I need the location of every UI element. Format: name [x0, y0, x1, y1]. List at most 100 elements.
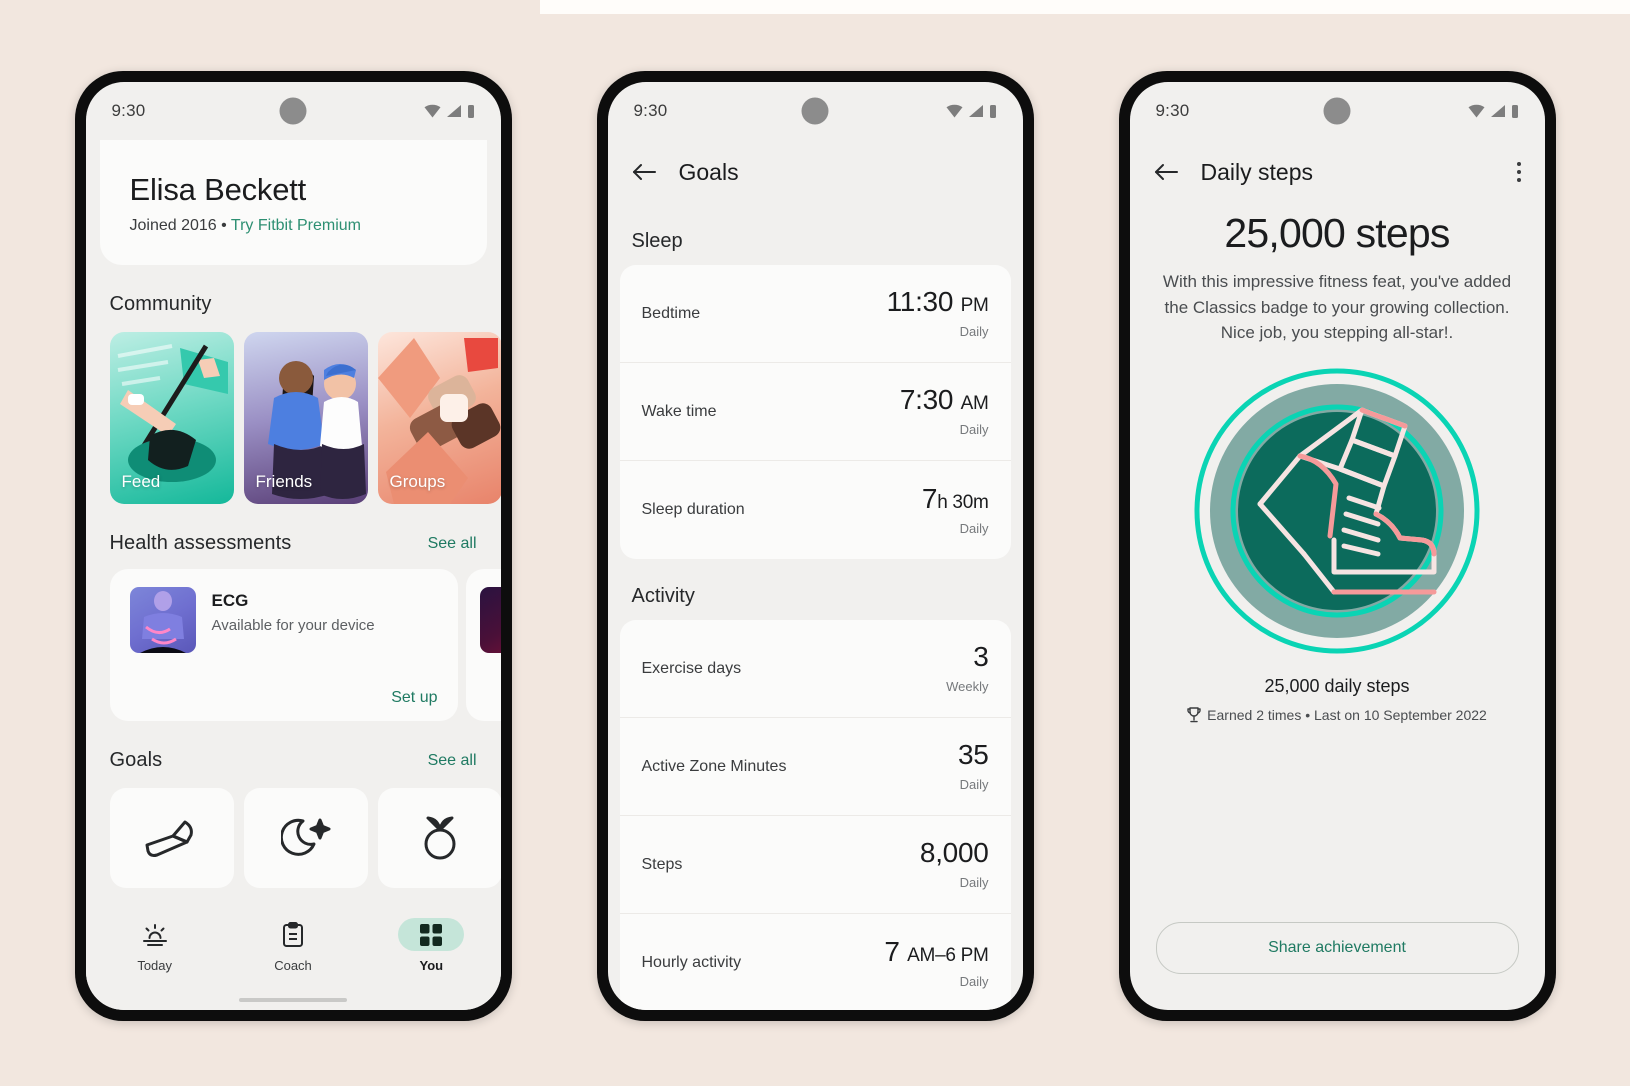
status-icons [1468, 104, 1519, 119]
community-card-row[interactable]: Feed Friends Groups [86, 332, 501, 504]
goal-row-bedtime[interactable]: Bedtime 11:30 PM Daily [619, 265, 1011, 363]
goal-row-exercise-days[interactable]: Exercise days 3 Weekly [619, 620, 1011, 718]
profile-card[interactable]: Elisa Beckett Joined 2016 • Try Fitbit P… [99, 140, 487, 265]
goal-row-frequency: Daily [959, 777, 989, 792]
grid-icon [420, 923, 443, 946]
phone-2-goals: 9:30 Goals Sleep Bedtime 11:30 PM Daily … [596, 71, 1034, 1021]
goal-tile-sleep[interactable] [243, 788, 368, 888]
moon-sleep-icon [280, 818, 330, 856]
community-card-feed[interactable]: Feed [109, 332, 234, 504]
wifi-icon [946, 104, 962, 118]
shoe-icon [145, 820, 193, 857]
goal-row-sleep-duration[interactable]: Sleep duration 7h 30m Daily [619, 461, 1011, 559]
goals-app-bar: Goals [608, 140, 1023, 204]
community-title: Community [109, 293, 212, 315]
phone-3-screen: 9:30 Daily steps 25,000 steps With this … [1129, 82, 1545, 1010]
back-arrow-icon[interactable] [632, 162, 657, 182]
goal-row-label: Hourly activity [641, 954, 742, 971]
nav-pill-coach [260, 918, 326, 951]
bottom-navigation[interactable]: Today Coach You [85, 912, 501, 1010]
goals-page-title: Goals [678, 158, 739, 185]
goal-row-label: Steps [641, 855, 683, 873]
goal-tile-steps[interactable] [109, 788, 234, 888]
nav-item-today[interactable]: Today [86, 918, 224, 973]
phone-1-profile: 9:30 Elisa Beckett Joined 2016 • Try Fit… [74, 71, 512, 1021]
goal-row-value-group: 3 Weekly [946, 643, 989, 695]
front-camera [801, 97, 829, 125]
front-camera [279, 97, 307, 125]
battery-icon [989, 104, 996, 118]
sneaker-badge-icon [1194, 368, 1480, 653]
goal-list-activity: Exercise days 3 Weekly Active Zone Minut… [619, 620, 1011, 1010]
community-card-groups[interactable]: Groups [377, 332, 501, 504]
share-achievement-button[interactable]: Share achievement [1155, 922, 1519, 974]
goal-row-value-group: 7 AM–6 PM Daily [884, 935, 989, 989]
goal-row-active-zone-minutes[interactable]: Active Zone Minutes 35 Daily [619, 718, 1011, 816]
clipboard-icon [282, 921, 303, 947]
nav-item-coach[interactable]: Coach [224, 918, 362, 973]
goal-row-value-group: 7:30 AM Daily [900, 386, 989, 438]
health-assessments-header: Health assessments See all [86, 532, 501, 555]
wifi-icon [424, 104, 440, 118]
try-premium-link[interactable]: Try Fitbit Premium [231, 217, 361, 234]
community-card-label: Feed [121, 472, 161, 491]
achievement-description: With this impressive fitness feat, you'v… [1162, 272, 1512, 342]
goal-row-frequency: Daily [959, 520, 989, 536]
achievement-meta: Earned 2 times • Last on 10 September 20… [1160, 707, 1515, 723]
goal-tile-nutrition[interactable] [377, 788, 501, 888]
goal-row-value-group: 11:30 PM Daily [886, 286, 989, 340]
nav-label-coach: Coach [274, 958, 312, 973]
goals-title: Goals [109, 749, 163, 771]
ecg-setup-button[interactable]: Set up [391, 689, 437, 707]
goal-tile-row [86, 788, 501, 888]
goal-row-value: 35 [957, 739, 989, 770]
profile-subline: Joined 2016 • Try Fitbit Premium [130, 217, 457, 235]
goal-row-value-group: 8,000 Daily [919, 837, 989, 891]
community-card-label: Groups [389, 472, 446, 491]
goal-row-value: 8,000 [919, 837, 989, 868]
goal-row-label: Exercise days [641, 659, 742, 677]
back-arrow-icon[interactable] [1154, 162, 1179, 182]
goal-row-frequency: Daily [959, 875, 989, 890]
more-vertical-icon[interactable] [1516, 162, 1521, 182]
ecg-thumbnail [129, 587, 196, 653]
achievement-caption: 25,000 daily steps [1264, 675, 1410, 696]
health-assessment-card-peek[interactable] [465, 569, 501, 721]
signal-icon [446, 105, 461, 117]
subline-separator: • [221, 217, 227, 234]
status-bar: 9:30 [1130, 82, 1545, 140]
goal-row-steps[interactable]: Steps 8,000 Daily [619, 816, 1011, 914]
goal-row-label: Wake time [641, 402, 717, 420]
goal-row-hourly-activity[interactable]: Hourly activity 7 AM–6 PM Daily [619, 914, 1011, 1010]
status-bar: 9:30 [608, 82, 1023, 140]
joined-year: Joined 2016 [129, 217, 217, 234]
health-assessments-see-all[interactable]: See all [428, 535, 477, 553]
achievement-badge [1194, 368, 1480, 654]
goal-row-value: 7 AM–6 PM [884, 935, 989, 967]
goal-row-label: Bedtime [641, 304, 701, 322]
goal-row-value: 11:30 PM [886, 286, 989, 317]
ecg-status: Available for your device [211, 617, 375, 634]
goal-row-value-group: 35 Daily [957, 739, 989, 793]
goal-row-frequency: Daily [959, 422, 989, 437]
nav-label-today: Today [137, 958, 173, 973]
community-card-label: Friends [255, 472, 313, 491]
phone-3-content: 25,000 steps With this impressive fitnes… [1130, 204, 1545, 1010]
health-assessment-card-ecg[interactable]: ECG Available for your device Set up [109, 569, 458, 721]
wifi-icon [1468, 104, 1484, 118]
goals-see-all[interactable]: See all [428, 752, 477, 770]
community-card-friends[interactable]: Friends [243, 332, 368, 504]
goal-row-frequency: Daily [959, 324, 989, 339]
goal-row-value-group: 7h 30m Daily [922, 484, 989, 536]
status-time: 9:30 [1155, 101, 1190, 120]
health-assessment-row: ECG Available for your device [129, 587, 438, 653]
nav-pill-you [398, 918, 465, 951]
goal-row-wake-time[interactable]: Wake time 7:30 AM Daily [619, 363, 1011, 461]
gesture-bar[interactable] [239, 998, 347, 1002]
section-title-activity: Activity [631, 585, 695, 607]
nav-item-you[interactable]: You [362, 918, 500, 973]
status-icons [946, 104, 997, 119]
community-header: Community [86, 293, 501, 316]
health-assessments-title: Health assessments [109, 532, 292, 554]
battery-icon [1511, 104, 1518, 118]
